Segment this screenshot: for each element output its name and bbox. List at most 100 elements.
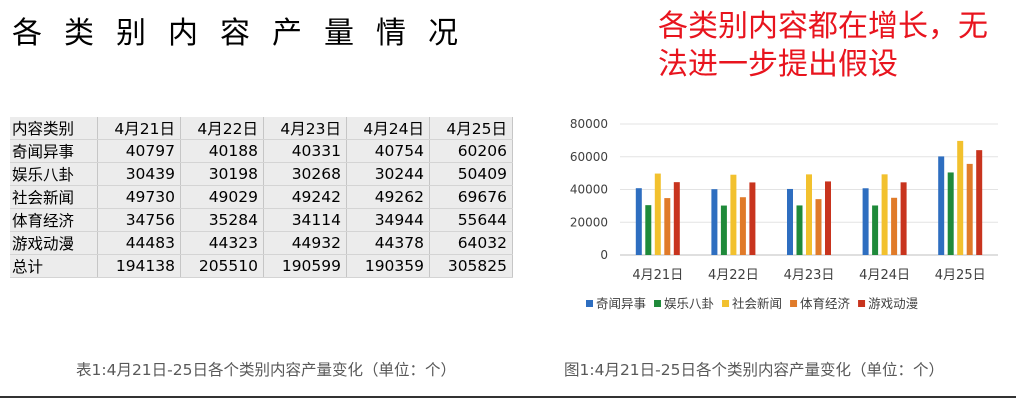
table-row: 娱乐八卦 30439 30198 30268 30244 50409 — [10, 162, 513, 186]
table-cell: 69676 — [429, 185, 513, 209]
column-header: 4月21日 — [97, 117, 181, 140]
chart-caption: 图1:4月21日-25日各个类别内容产量变化（单位：个） — [564, 361, 944, 379]
table-cell: 30439 — [97, 162, 181, 186]
table-cell: 34944 — [346, 208, 430, 232]
bar — [881, 174, 888, 255]
table-cell: 64032 — [429, 231, 513, 255]
bar — [947, 172, 954, 255]
table-cell: 30268 — [263, 162, 347, 186]
bar — [720, 205, 727, 255]
bar — [872, 205, 879, 255]
table-cell: 49029 — [180, 185, 264, 209]
bar — [664, 198, 671, 255]
bar — [673, 182, 680, 255]
bar — [815, 199, 822, 255]
table-cell: 30244 — [346, 162, 430, 186]
table-cell: 55644 — [429, 208, 513, 232]
table-cell: 44323 — [180, 231, 264, 255]
bar — [938, 156, 945, 255]
x-tick-label: 4月22日 — [708, 268, 759, 283]
row-label: 体育经济 — [10, 208, 98, 232]
table-row: 奇闻异事 40797 40188 40331 40754 60206 — [10, 139, 513, 163]
bar — [645, 205, 652, 255]
table-cell: 34114 — [263, 208, 347, 232]
y-tick-label: 60000 — [570, 150, 608, 164]
bar — [891, 197, 898, 255]
y-tick-label: 40000 — [570, 183, 608, 197]
row-label: 社会新闻 — [10, 185, 98, 209]
table-header-row: 内容类别 4月21日 4月22日 4月23日 4月24日 4月25日 — [10, 117, 513, 140]
slide-title: 各类别内容产量情况 — [12, 16, 480, 51]
table-row: 游戏动漫 44483 44323 44932 44378 64032 — [10, 231, 513, 255]
column-header: 4月22日 — [180, 117, 264, 140]
bar — [711, 189, 718, 255]
data-table: 内容类别 4月21日 4月22日 4月23日 4月24日 4月25日 奇闻异事 … — [10, 117, 513, 278]
column-header: 4月23日 — [263, 117, 347, 140]
bar — [749, 182, 756, 255]
table-cell: 305825 — [429, 254, 513, 278]
table-row: 社会新闻 49730 49029 49242 49262 69676 — [10, 185, 513, 209]
conclusion-text: 各类别内容都在增长，无法进一步提出假设 — [658, 9, 988, 82]
table-row: 体育经济 34756 35284 34114 34944 55644 — [10, 208, 513, 232]
table-cell: 30198 — [180, 162, 264, 186]
legend-swatch — [790, 300, 798, 307]
table-cell: 44378 — [346, 231, 430, 255]
y-tick-label: 80000 — [570, 117, 608, 131]
table-row-total: 总计 194138 205510 190599 190359 305825 — [10, 254, 513, 278]
legend-swatch — [586, 300, 593, 307]
column-header: 4月25日 — [429, 117, 513, 140]
bar — [739, 197, 746, 255]
bar — [900, 182, 907, 255]
table-cell: 40754 — [346, 139, 430, 163]
bar — [787, 188, 793, 255]
row-label: 游戏动漫 — [10, 231, 98, 255]
legend-swatch — [858, 300, 866, 307]
bar — [966, 163, 973, 255]
x-tick-label: 4月23日 — [784, 268, 835, 283]
table-cell: 49242 — [263, 185, 347, 209]
bottom-divider — [0, 396, 1016, 398]
bar — [862, 188, 869, 255]
row-label: 奇闻异事 — [10, 139, 98, 163]
bar — [654, 173, 661, 255]
column-header: 4月24日 — [346, 117, 430, 140]
table-cell: 40188 — [180, 139, 264, 163]
table-cell: 49730 — [97, 185, 181, 209]
x-tick-label: 4月21日 — [632, 268, 683, 283]
table-cell: 34756 — [97, 208, 181, 232]
row-label: 总计 — [10, 254, 98, 278]
legend-label: 娱乐八卦 — [664, 296, 714, 311]
y-tick-label: 20000 — [570, 215, 608, 229]
table-cell: 190599 — [263, 254, 347, 278]
table-cell: 35284 — [180, 208, 264, 232]
bar — [957, 140, 964, 255]
table-cell: 44932 — [263, 231, 347, 255]
x-tick-label: 4月25日 — [935, 268, 986, 283]
legend-label: 游戏动漫 — [868, 296, 918, 311]
table-cell: 44483 — [97, 231, 181, 255]
legend-swatch — [654, 300, 662, 307]
bar — [796, 205, 803, 255]
bar-chart: 0 20000 40000 60000 80000 4月21日 4月22日 4月23日 4月24… — [570, 117, 998, 311]
table-cell: 49262 — [346, 185, 430, 209]
y-tick-label: 0 — [600, 248, 608, 262]
row-label: 娱乐八卦 — [10, 162, 98, 186]
table-corner-label: 内容类别 — [10, 117, 98, 140]
legend-swatch — [722, 300, 730, 307]
table-cell: 60206 — [429, 139, 513, 163]
bar — [976, 150, 983, 255]
table-caption: 表1:4月21日-25日各个类别内容产量变化（单位：个） — [76, 361, 456, 379]
bar — [806, 174, 812, 255]
bar — [635, 188, 642, 255]
bar — [730, 174, 737, 255]
x-tick-label: 4月24日 — [859, 268, 910, 283]
table-cell: 190359 — [346, 254, 430, 278]
legend-label: 奇闻异事 — [596, 296, 646, 311]
table-cell: 194138 — [97, 254, 181, 278]
table-cell: 40797 — [97, 139, 181, 163]
table-cell: 205510 — [180, 254, 264, 278]
bar — [825, 181, 831, 255]
legend-label: 社会新闻 — [732, 296, 782, 311]
legend-label: 体育经济 — [800, 296, 851, 311]
table-cell: 50409 — [429, 162, 513, 186]
